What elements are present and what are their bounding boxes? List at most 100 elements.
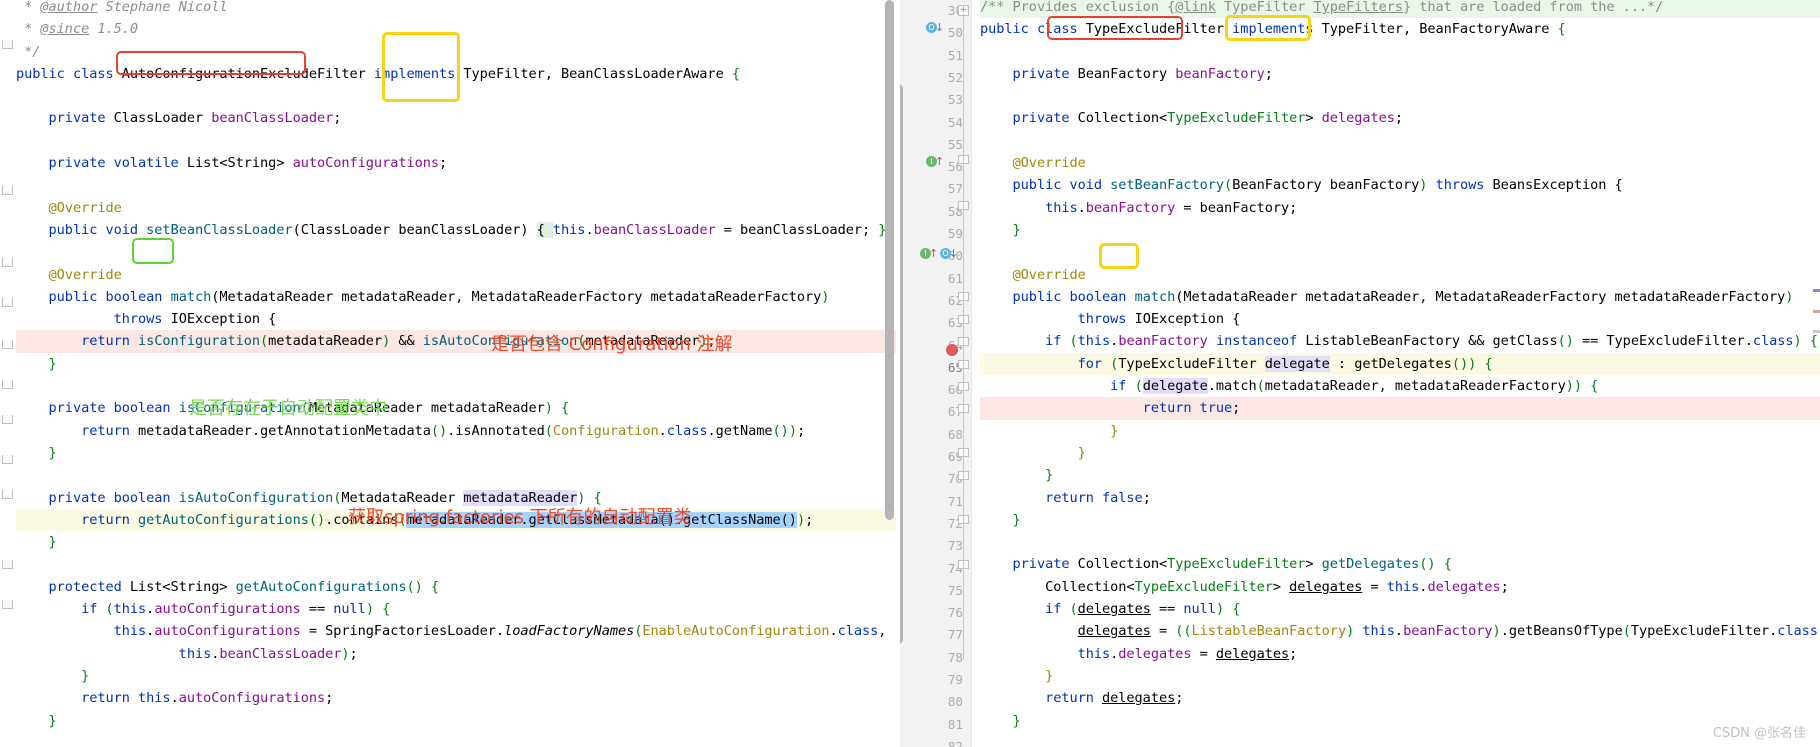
fold-marker[interactable] bbox=[2, 186, 13, 195]
implemented-method-icon[interactable]: I ↑ bbox=[926, 155, 944, 169]
fold-region-line bbox=[963, 300, 964, 540]
error-stripe-tick[interactable] bbox=[1813, 289, 1820, 292]
left-editor-pane[interactable]: * @author Stephane Nicoll * @since 1.5.0… bbox=[0, 0, 900, 747]
line-number: 59 bbox=[947, 226, 963, 241]
code-line: public class AutoConfigurationExcludeFil… bbox=[16, 65, 740, 82]
code-line: } bbox=[16, 444, 57, 461]
line-number: 71 bbox=[947, 493, 963, 509]
code-line: /** Provides exclusion {@link TypeFilter… bbox=[980, 0, 1820, 19]
right-vertical-scrollbar[interactable] bbox=[900, 84, 903, 644]
code-line: private Collection<TypeExcludeFilter> de… bbox=[980, 110, 1404, 127]
code-line: if (delegate.match(metadataReader, metad… bbox=[980, 378, 1599, 395]
line-number: 76 bbox=[947, 605, 963, 621]
code-line: public class TypeExcludeFilter implement… bbox=[980, 21, 1566, 38]
line-number: 75 bbox=[947, 582, 963, 598]
line-number: 74 bbox=[947, 560, 963, 576]
code-line: throws IOException { bbox=[980, 311, 1241, 328]
code-line: @Override bbox=[980, 266, 1086, 283]
line-number: 54 bbox=[947, 114, 963, 130]
line-number: 62 bbox=[947, 292, 963, 308]
error-stripe-tick[interactable] bbox=[1813, 310, 1820, 313]
fold-marker[interactable] bbox=[2, 40, 13, 49]
code-line: return isConfiguration(metadataReader) &… bbox=[16, 330, 896, 353]
line-number: 79 bbox=[947, 672, 963, 687]
right-editor-pane[interactable]: 3050515253545556575859606162636465666768… bbox=[900, 0, 1820, 747]
line-number: 55 bbox=[947, 136, 963, 152]
implemented-method-icon[interactable]: I ↑ bbox=[920, 247, 938, 261]
fold-marker[interactable] bbox=[2, 258, 13, 267]
code-line: public void setBeanFactory(BeanFactory b… bbox=[980, 177, 1623, 194]
code-line: return true; bbox=[980, 397, 1820, 420]
fold-marker[interactable] bbox=[2, 600, 13, 609]
code-line: } bbox=[980, 667, 1054, 684]
left-vertical-scrollbar[interactable] bbox=[885, 0, 894, 520]
code-line: @Override bbox=[980, 155, 1086, 172]
code-line: } bbox=[980, 221, 1021, 238]
fold-marker[interactable] bbox=[2, 415, 13, 424]
line-number: 70 bbox=[947, 471, 963, 487]
error-stripe-tick[interactable] bbox=[1813, 330, 1820, 333]
fold-marker[interactable] bbox=[2, 490, 13, 499]
code-line: } bbox=[980, 444, 1086, 461]
fold-marker[interactable] bbox=[2, 455, 13, 464]
code-line: private BeanFactory beanFactory; bbox=[980, 65, 1273, 82]
code-line: private Collection<TypeExcludeFilter> ge… bbox=[980, 556, 1452, 573]
line-number: 63 bbox=[947, 315, 963, 331]
code-line: } bbox=[16, 355, 57, 372]
line-number: 57 bbox=[947, 181, 963, 197]
line-number: 30 bbox=[947, 3, 963, 18]
line-number: 78 bbox=[947, 649, 963, 665]
code-line: throws IOException { bbox=[16, 311, 277, 328]
fold-marker[interactable] bbox=[2, 560, 13, 569]
line-number: 52 bbox=[947, 69, 963, 85]
code-line: @Override bbox=[16, 199, 122, 216]
line-number: 77 bbox=[947, 627, 963, 643]
line-number: 67 bbox=[947, 404, 963, 420]
code-line: Collection<TypeExcludeFilter> delegates … bbox=[980, 578, 1509, 595]
line-number: 58 bbox=[947, 203, 963, 219]
note-is-autoconfiguration: 是否存在于自动配置类中 bbox=[189, 398, 387, 419]
code-line: } bbox=[980, 467, 1054, 484]
code-line: } bbox=[980, 422, 1119, 439]
right-gutter[interactable]: 3050515253545556575859606162636465666768… bbox=[900, 0, 972, 747]
left-code-text[interactable]: * @author Stephane Nicoll * @since 1.5.0… bbox=[16, 0, 896, 732]
line-number: 81 bbox=[947, 716, 963, 732]
line-number: 82 bbox=[947, 738, 963, 747]
code-line: return metadataReader.getAnnotationMetad… bbox=[16, 422, 806, 439]
fold-region-line bbox=[963, 540, 964, 660]
line-number: 61 bbox=[947, 270, 963, 286]
code-line: } bbox=[16, 712, 57, 729]
line-number: 80 bbox=[947, 694, 963, 710]
right-code-text[interactable]: /** Provides exclusion {@link TypeFilter… bbox=[980, 0, 1820, 732]
code-line: } bbox=[16, 534, 57, 551]
code-line: } bbox=[980, 712, 1021, 729]
fold-marker[interactable] bbox=[2, 380, 13, 389]
code-line: public boolean match(MetadataReader meta… bbox=[16, 288, 830, 305]
code-line: } bbox=[16, 667, 90, 684]
code-line: this.beanFactory = beanFactory; bbox=[980, 199, 1298, 216]
code-line: private ClassLoader beanClassLoader; bbox=[16, 110, 342, 127]
fold-marker[interactable] bbox=[2, 340, 13, 349]
note-is-configuration: 是否包含 Configuration 注解 bbox=[491, 334, 733, 355]
code-line: this.beanClassLoader); bbox=[16, 645, 358, 662]
code-line: protected List<String> getAutoConfigurat… bbox=[16, 578, 440, 595]
line-number: 68 bbox=[947, 426, 963, 442]
breakpoint-icon[interactable] bbox=[946, 344, 958, 356]
line-number: 65 bbox=[947, 359, 963, 375]
overridden-method-icon[interactable]: O ↓ bbox=[926, 21, 944, 35]
line-number: 69 bbox=[947, 449, 963, 464]
line-number: 53 bbox=[947, 92, 963, 108]
code-line: return false; bbox=[980, 489, 1151, 506]
overridden-method-icon[interactable]: O ↓ bbox=[940, 247, 958, 261]
fold-marker[interactable] bbox=[2, 298, 13, 307]
